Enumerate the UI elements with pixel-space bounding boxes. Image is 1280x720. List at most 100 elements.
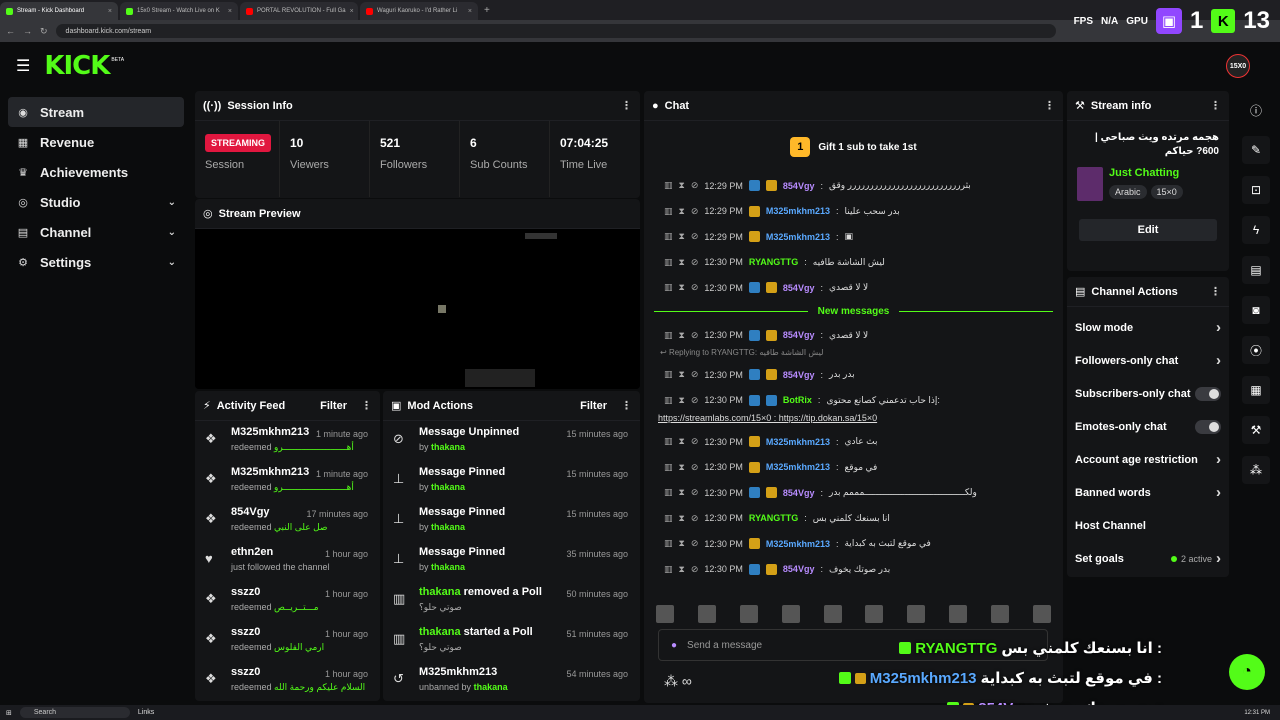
chevron-right-icon[interactable]: › (1216, 319, 1221, 336)
ban-icon[interactable]: ⊘ (691, 206, 699, 217)
timeout-icon[interactable]: ⧗ (679, 369, 685, 380)
more-icon[interactable]: ⋮ (621, 99, 632, 112)
delete-icon[interactable]: ▥ (664, 282, 673, 293)
browser-tab[interactable]: Waguri Kaoruko - I'd Rather Li × (360, 2, 478, 20)
category-name[interactable]: Just Chatting (1109, 167, 1187, 179)
microphone-icon[interactable]: ● (671, 640, 677, 651)
emote-icon[interactable] (823, 605, 842, 623)
timeout-icon[interactable]: ⧗ (679, 282, 685, 293)
more-icon[interactable]: ⋮ (1210, 285, 1221, 298)
timeout-icon[interactable]: ⧗ (679, 436, 685, 447)
delete-icon[interactable]: ▥ (664, 487, 673, 498)
timeout-icon[interactable]: ⧗ (679, 462, 685, 473)
more-icon[interactable]: ⋮ (361, 399, 372, 412)
toggle-switch[interactable] (1195, 386, 1221, 401)
mod-filter-button[interactable]: Filter (580, 400, 607, 412)
chevron-down-icon[interactable]: ⌄ (168, 197, 176, 208)
emote-icon[interactable] (656, 605, 674, 623)
chat-username[interactable]: 854Vgy (783, 181, 815, 191)
channel-action-followers-only-chat[interactable]: Followers-only chat › (1067, 344, 1229, 377)
back-icon[interactable]: ← (6, 26, 15, 36)
toggle-switch[interactable] (1195, 419, 1221, 434)
timeout-icon[interactable]: ⧗ (679, 487, 685, 498)
channel-action-banned-words[interactable]: Banned words › (1067, 476, 1229, 509)
browser-tab[interactable]: PORTAL REVOLUTION - Full Ga × (240, 2, 358, 20)
ban-icon[interactable]: ⊘ (691, 487, 699, 498)
bot-links[interactable]: https://streamlabs.com/15×0 : https://ti… (644, 413, 1063, 429)
timeout-icon[interactable]: ⧗ (679, 257, 685, 268)
chevron-right-icon[interactable]: › (1216, 550, 1221, 567)
delete-icon[interactable]: ▥ (664, 538, 673, 549)
menu-icon[interactable]: ☰ (16, 56, 30, 76)
emote-icon[interactable] (697, 605, 716, 623)
ban-icon[interactable]: ⊘ (691, 282, 699, 293)
sidebar-item-stream[interactable]: ◉ Stream (8, 97, 184, 127)
chat-username[interactable]: RYANGTTG (749, 513, 798, 523)
sidebar-item-studio[interactable]: ◎ Studio ⌄ (8, 187, 184, 217)
timeout-icon[interactable]: ⧗ (679, 231, 685, 242)
chevron-down-icon[interactable]: ⌄ (168, 227, 176, 238)
emote-icon[interactable] (907, 605, 926, 623)
delete-icon[interactable]: ▥ (664, 257, 673, 268)
chevron-right-icon[interactable]: › (1216, 451, 1221, 468)
mod-action-user[interactable]: thakana (431, 442, 465, 452)
kick-logo[interactable]: KICK (44, 51, 110, 81)
emote-icon[interactable] (1032, 605, 1051, 623)
ban-icon[interactable]: ⊘ (691, 513, 699, 524)
chat-username[interactable]: 854Vgy (783, 564, 815, 574)
channel-action-set-goals[interactable]: Set goals 2 active › (1067, 542, 1229, 575)
chat-bubble-icon[interactable]: ◙ (1242, 296, 1270, 324)
mod-action-user[interactable]: thakana (431, 562, 465, 572)
ban-icon[interactable]: ⊘ (691, 436, 699, 447)
delete-icon[interactable]: ▥ (664, 462, 673, 473)
close-icon[interactable]: × (108, 8, 112, 15)
chat-username[interactable]: 854Vgy (783, 370, 815, 380)
activity-filter-button[interactable]: Filter (320, 400, 347, 412)
more-icon[interactable]: ⋮ (1044, 99, 1055, 112)
ban-icon[interactable]: ⊘ (691, 180, 699, 191)
taskbar-search[interactable]: Search (19, 707, 130, 718)
mod-action-user[interactable]: thakana (431, 482, 465, 492)
browser-tab[interactable]: 15x0 Stream - Watch Live on K × (120, 2, 238, 20)
chat-username[interactable]: 854Vgy (783, 330, 815, 340)
close-icon[interactable]: × (350, 8, 354, 15)
chevron-right-icon[interactable]: › (1216, 352, 1221, 369)
timeout-icon[interactable]: ⧗ (679, 206, 685, 217)
edit-icon[interactable]: ✎ (1242, 136, 1270, 164)
help-chat-button[interactable]: ◔ (1229, 654, 1265, 690)
delete-icon[interactable]: ▥ (664, 564, 673, 575)
mod-action-user[interactable]: thakana (474, 682, 508, 692)
emote-icon[interactable] (991, 605, 1009, 623)
ban-icon[interactable]: ⊘ (691, 395, 699, 406)
delete-icon[interactable]: ▥ (664, 206, 673, 217)
emote-icon[interactable] (739, 605, 758, 623)
emote-icon[interactable] (781, 605, 800, 623)
channel-action-emotes-only-chat[interactable]: Emotes-only chat (1067, 410, 1229, 443)
info-icon[interactable]: ⓘ (1242, 96, 1270, 124)
new-tab-button[interactable]: + (484, 5, 490, 16)
focus-icon[interactable]: ⊡ (1242, 176, 1270, 204)
close-icon[interactable]: × (228, 8, 232, 15)
sidebar-item-achievements[interactable]: ♛ Achievements (8, 157, 184, 187)
layout-icon[interactable]: ▦ (1242, 376, 1270, 404)
delete-icon[interactable]: ▥ (664, 369, 673, 380)
delete-icon[interactable]: ▥ (664, 513, 673, 524)
chat-username[interactable]: 854Vgy (783, 488, 815, 498)
gift-sub-banner[interactable]: 1 Gift 1 sub to take 1st (644, 121, 1063, 173)
timeout-icon[interactable]: ⧗ (679, 564, 685, 575)
windows-icon[interactable]: ⊞ (6, 709, 12, 717)
sidebar-item-channel[interactable]: ▤ Channel ⌄ (8, 217, 184, 247)
delete-icon[interactable]: ▥ (664, 231, 673, 242)
taskbar-links[interactable]: Links (138, 709, 154, 716)
sidebar-item-revenue[interactable]: ▦ Revenue (8, 127, 184, 157)
more-icon[interactable]: ⋮ (1210, 99, 1221, 112)
bolt-icon[interactable]: ϟ (1242, 216, 1270, 244)
edit-button[interactable]: Edit (1079, 219, 1217, 241)
infinity-icon[interactable]: ∞ (682, 673, 692, 689)
new-messages-divider[interactable]: New messages (644, 301, 1063, 323)
ban-icon[interactable]: ⊘ (691, 369, 699, 380)
ban-icon[interactable]: ⊘ (691, 538, 699, 549)
emote-icon[interactable] (949, 605, 968, 623)
chat-username[interactable]: M325mkhm213 (766, 232, 830, 242)
notes-icon[interactable]: ▤ (1242, 256, 1270, 284)
